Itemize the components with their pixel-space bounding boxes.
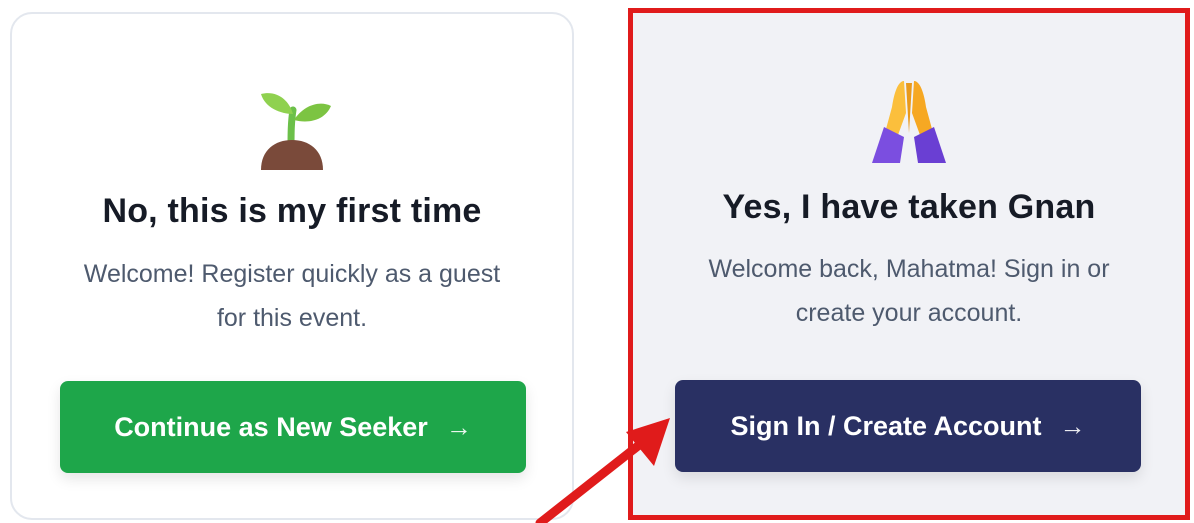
card-title: Yes, I have taken Gnan: [722, 188, 1096, 226]
returning-mahatma-card[interactable]: Yes, I have taken Gnan Welcome back, Mah…: [628, 8, 1190, 520]
seedling-icon: [12, 80, 572, 170]
card-title: No, this is my first time: [102, 192, 482, 230]
arrow-right-icon: →: [1059, 410, 1086, 441]
folded-hands-icon: [633, 73, 1185, 163]
continue-as-new-seeker-button[interactable]: Continue as New Seeker →: [60, 381, 526, 473]
arrow-right-icon: →: [445, 411, 472, 442]
page: No, this is my first time Welcome! Regis…: [0, 0, 1194, 523]
card-subtitle: Welcome! Register quickly as a guest for…: [83, 260, 501, 332]
sign-in-create-account-button[interactable]: Sign In / Create Account →: [675, 380, 1141, 472]
button-label: Continue as New Seeker: [114, 411, 428, 442]
card-subtitle: Welcome back, Mahatma! Sign in or create…: [708, 255, 1110, 327]
button-label: Sign In / Create Account: [730, 410, 1042, 441]
new-seeker-card[interactable]: No, this is my first time Welcome! Regis…: [10, 12, 574, 520]
